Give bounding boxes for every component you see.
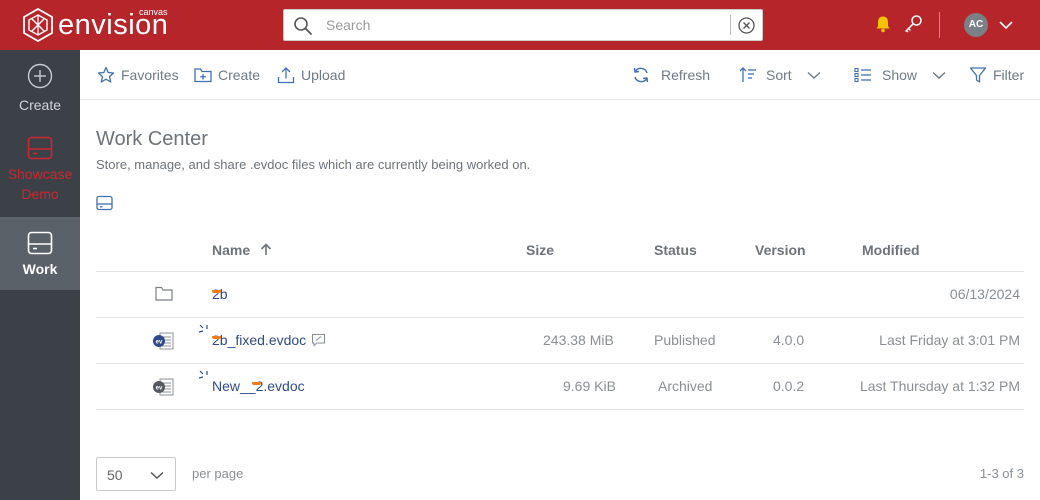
arrow-up-icon (260, 243, 272, 255)
sort-icon (739, 67, 756, 82)
drive-icon (27, 136, 53, 160)
list-view-icon (854, 67, 871, 83)
drive-view-icon[interactable] (96, 195, 113, 211)
column-modified-header[interactable]: Modified (862, 242, 920, 258)
chevron-down-icon (150, 471, 164, 480)
sidebar-item-label: Work (22, 261, 58, 277)
new-folder-icon (194, 68, 212, 83)
sidebar-item-label: Showcase Demo (7, 166, 73, 202)
favorites-button[interactable]: Favorites (97, 65, 179, 85)
row-name-link[interactable]: 2b_fixed.evdoc (212, 332, 306, 348)
chevron-down-icon (807, 71, 821, 79)
chevron-down-icon (932, 71, 946, 79)
evdoc-file-icon: ev (153, 378, 174, 396)
notifications-bell-icon[interactable] (874, 15, 892, 33)
user-avatar[interactable]: AC (964, 13, 988, 37)
spellcheck-underline (212, 335, 221, 339)
search-box (283, 9, 763, 41)
logo-mark-icon (23, 8, 53, 42)
key-icon[interactable] (903, 14, 923, 34)
filter-button[interactable]: Filter (969, 65, 1024, 85)
sort-button[interactable]: Sort (739, 65, 822, 85)
search-icon (294, 17, 312, 35)
show-label: Show (882, 67, 918, 83)
pagination-range: 1-3 of 3 (979, 466, 1024, 481)
evdoc-file-icon: ev (153, 332, 174, 350)
sort-label: Sort (766, 67, 792, 83)
search-divider (730, 15, 731, 35)
upload-label: Upload (301, 67, 346, 83)
create-button[interactable]: Create (194, 65, 260, 85)
svg-text:ev: ev (156, 386, 163, 392)
upload-icon (277, 67, 295, 84)
create-label: Create (218, 67, 261, 83)
sparkle-icon (198, 370, 208, 379)
svg-text:ev: ev (156, 340, 163, 346)
chevron-down-icon[interactable] (998, 17, 1014, 33)
row-modified: 06/13/2024 (949, 286, 1020, 302)
plus-circle-icon (27, 63, 53, 89)
search-input[interactable] (326, 14, 706, 36)
row-version: 4.0.0 (773, 332, 805, 348)
envision-logo[interactable]: envision canvas (22, 8, 182, 42)
row-status: Published (654, 332, 716, 348)
top-bar: envision canvas AC (0, 0, 1040, 50)
column-version-header[interactable]: Version (755, 242, 806, 258)
page-size-value: 50 (107, 467, 123, 483)
header-divider (939, 12, 940, 38)
favorites-label: Favorites (121, 67, 179, 83)
row-status: Archived (658, 378, 713, 394)
brand-sub: canvas (139, 7, 168, 17)
sidebar: Create Showcase Demo Work (0, 50, 80, 500)
comment-icon[interactable] (311, 333, 326, 347)
table-row[interactable]: ev New__2.evdoc 9.69 KiB Archived 0.0.2 … (96, 364, 1024, 410)
sidebar-item-work[interactable]: Work (0, 217, 80, 290)
drive-icon (27, 231, 53, 255)
spellcheck-underline (212, 289, 221, 293)
column-name-header[interactable]: Name (212, 242, 272, 258)
table-row[interactable]: ev 2b_fixed.evdoc 243.38 MiB Published 4… (96, 318, 1024, 364)
row-modified: Last Thursday at 1:32 PM (859, 378, 1020, 394)
row-modified: Last Friday at 3:01 PM (879, 332, 1020, 348)
per-page-label: per page (192, 466, 244, 481)
refresh-icon (633, 67, 649, 83)
toolbar: Favorites Create Upload Refresh Sort Sho… (80, 50, 1040, 100)
row-size: 9.69 KiB (563, 378, 616, 394)
column-status-header[interactable]: Status (654, 242, 697, 258)
sidebar-item-label: Create (18, 97, 62, 113)
refresh-label: Refresh (661, 67, 711, 83)
page-description: Store, manage, and share .evdoc files wh… (96, 157, 531, 172)
page-size-select[interactable]: 50 (96, 457, 176, 491)
spellcheck-underline (252, 381, 261, 385)
sidebar-item-create[interactable]: Create (0, 50, 80, 116)
folder-icon (155, 286, 173, 301)
row-version: 0.0.2 (773, 378, 805, 394)
column-size-header[interactable]: Size (526, 242, 554, 258)
row-size: 243.38 MiB (543, 332, 614, 348)
sparkle-icon (198, 324, 208, 333)
sidebar-item-showcase-demo[interactable]: Showcase Demo (0, 136, 80, 216)
table-row[interactable]: 2b 06/13/2024 (96, 272, 1024, 318)
page-title: Work Center (96, 128, 208, 150)
clear-search-icon[interactable] (737, 16, 756, 35)
column-name-label: Name (212, 242, 251, 258)
star-icon (97, 66, 115, 83)
filter-label: Filter (993, 67, 1025, 83)
upload-button[interactable]: Upload (277, 65, 345, 85)
show-button[interactable]: Show (854, 65, 947, 85)
table-header: Name Size Status Version Modified (96, 230, 1024, 272)
refresh-button[interactable]: Refresh (632, 65, 710, 85)
filter-icon (969, 67, 987, 83)
